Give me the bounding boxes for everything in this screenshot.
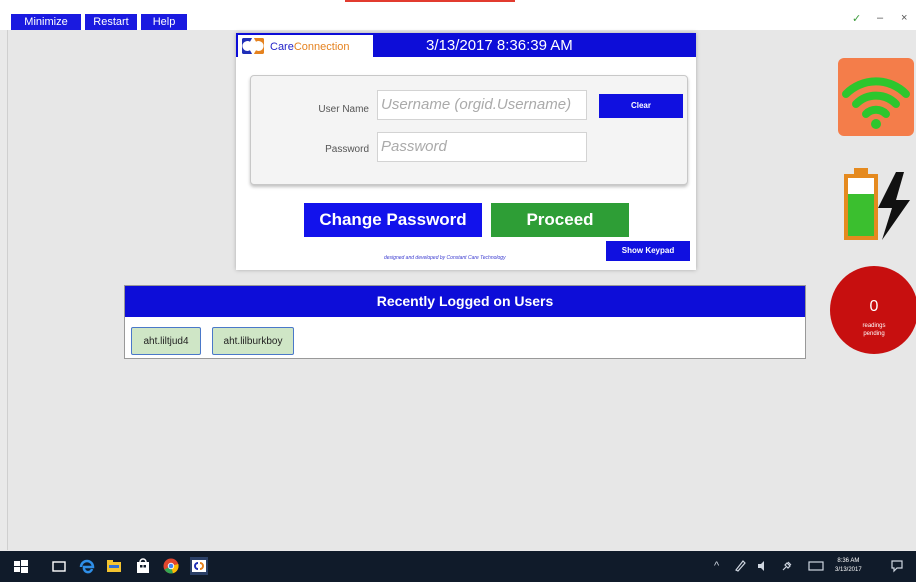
window-close-icon[interactable]: ×	[901, 12, 907, 24]
volume-icon[interactable]	[756, 559, 770, 573]
logo-care-text: Care	[270, 41, 294, 53]
power-plug-icon[interactable]	[780, 559, 794, 573]
login-dialog: CareConnection 3/13/2017 8:36:39 AM User…	[236, 33, 696, 270]
credentials-panel: User Name Username (orgid.Username) Clea…	[250, 75, 688, 185]
logo-text: CareConnection	[270, 41, 350, 53]
pending-label: readings pending	[862, 323, 886, 337]
help-button[interactable]: Help	[141, 14, 187, 30]
check-icon[interactable]: ✓	[852, 12, 861, 25]
wifi-status-tile	[838, 58, 914, 136]
file-explorer-icon[interactable]	[105, 557, 123, 575]
show-keypad-button[interactable]: Show Keypad	[606, 241, 690, 261]
credit-text: designed and developed by Constant Care …	[384, 255, 506, 261]
taskbar-clock[interactable]: 8:36 AM 3/13/2017	[835, 557, 862, 575]
keyboard-icon[interactable]	[808, 559, 824, 573]
care-connection-logo-mark	[242, 38, 264, 54]
pending-count: 0	[869, 298, 879, 315]
task-view-icon[interactable]	[50, 557, 68, 575]
wifi-icon	[842, 77, 910, 129]
chrome-icon[interactable]	[162, 557, 180, 575]
care-connection-logo: CareConnection	[238, 35, 373, 57]
care-connection-taskbar-icon[interactable]	[190, 557, 208, 575]
pen-workspace-icon[interactable]	[733, 559, 747, 573]
battery-status-tile	[838, 168, 916, 244]
battery-charging-icon	[844, 168, 910, 240]
tray-overflow-chevron[interactable]: ^	[714, 560, 719, 572]
minimize-button[interactable]: Minimize	[11, 14, 81, 30]
login-datetime: 3/13/2017 8:36:39 AM	[426, 37, 573, 54]
store-icon[interactable]	[134, 557, 152, 575]
change-password-button[interactable]: Change Password	[304, 203, 482, 237]
clear-button[interactable]: Clear	[599, 94, 683, 118]
login-header: CareConnection 3/13/2017 8:36:39 AM	[236, 33, 696, 57]
windows-taskbar: ^ 8:36 AM 3/13/2017	[0, 551, 916, 582]
edge-browser-icon[interactable]	[78, 557, 96, 575]
windows-start-icon[interactable]	[12, 557, 30, 575]
recent-user-button[interactable]: aht.lilburkboy	[212, 327, 294, 355]
taskbar-time: 8:36 AM	[837, 558, 860, 564]
pending-readings-badge[interactable]: 0 readings pending	[830, 266, 916, 354]
app-title-bar: Minimize Restart Help ✓ – ×	[0, 0, 916, 30]
recent-users-panel: Recently Logged on Users aht.liltjud4 ah…	[124, 285, 806, 359]
recent-user-button[interactable]: aht.liltjud4	[131, 327, 201, 355]
notifications-icon[interactable]	[890, 559, 904, 573]
password-input[interactable]: Password	[377, 132, 587, 162]
proceed-button[interactable]: Proceed	[491, 203, 629, 237]
recent-users-title: Recently Logged on Users	[125, 286, 805, 317]
restart-button[interactable]: Restart	[85, 14, 137, 30]
taskbar-date: 3/13/2017	[835, 567, 862, 573]
username-label: User Name	[318, 104, 369, 115]
title-accent-line	[345, 0, 515, 2]
password-label: Password	[325, 144, 369, 155]
username-input[interactable]: Username (orgid.Username)	[377, 90, 587, 120]
window-minimize-icon[interactable]: –	[877, 12, 883, 24]
logo-connection-text: Connection	[293, 41, 350, 53]
